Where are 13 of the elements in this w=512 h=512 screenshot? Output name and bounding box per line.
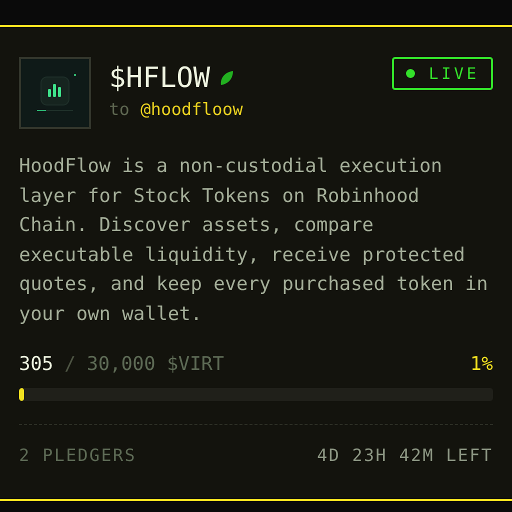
pledgers-count: 2 PLEDGERS	[19, 445, 136, 467]
percent-text: 1%	[470, 352, 493, 376]
leaf-icon	[220, 70, 234, 86]
separator-text: /	[64, 352, 76, 376]
handle-link[interactable]: @hoodfloow	[140, 99, 243, 121]
goal-amount: 30,000 $VIRT	[86, 352, 224, 376]
description-text: HoodFlow is a non-custodial execution layer for Stock Tokens on Robinhood Chain. Discover assets, compare executable liquidity, receive protected quotes, and keep every purchased token in your own wallet.	[19, 154, 489, 326]
raised-amount: 305	[19, 352, 54, 376]
to-label: to	[109, 99, 130, 121]
status-label: LIVE	[428, 62, 480, 84]
token-ticker: $HFLOW	[109, 61, 210, 95]
logo-icon	[19, 57, 91, 129]
time-left: 4D 23H 42M LEFT	[316, 445, 493, 467]
